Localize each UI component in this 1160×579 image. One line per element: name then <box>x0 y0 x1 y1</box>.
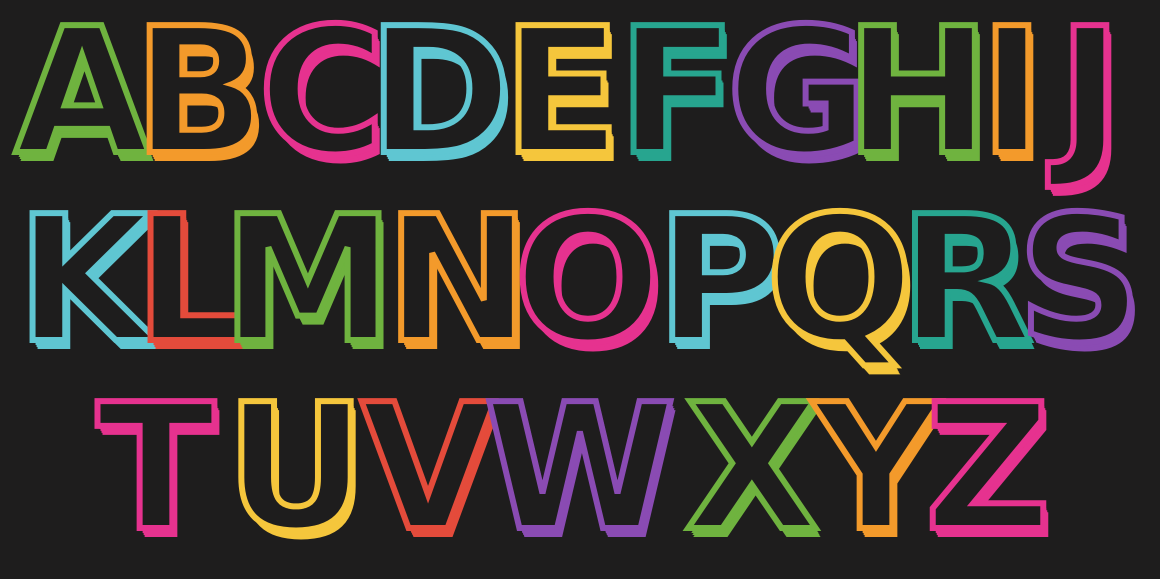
letter-w: W <box>481 367 679 570</box>
letter-q: Q <box>763 179 917 382</box>
letter-t: T <box>94 367 219 570</box>
letter-a: A <box>12 0 153 194</box>
letter-j: J <box>1055 0 1126 194</box>
letter-z: Z <box>922 367 1054 570</box>
letter-g: G <box>724 0 873 194</box>
letter-m: M <box>218 179 397 382</box>
letter-o: O <box>511 179 665 382</box>
letter-u: U <box>222 367 369 570</box>
letter-e: E <box>500 0 625 194</box>
letter-d: D <box>365 0 515 194</box>
row-k-to-s: K L M N O P Q R S <box>0 179 1160 382</box>
row-t-to-z: T U V W X Y Z <box>0 367 1160 570</box>
letter-n: N <box>382 179 534 382</box>
letter-v: V <box>358 367 499 570</box>
row-a-to-j: A B C D E F G H I J <box>0 0 1160 194</box>
letter-k: K <box>14 179 155 382</box>
letter-b: B <box>131 0 270 194</box>
letter-p: P <box>653 179 787 382</box>
letter-y: Y <box>810 367 942 570</box>
letter-c: C <box>255 0 389 194</box>
letter-x: X <box>682 367 822 570</box>
alphabet-poster: A B C D E F G H I J K L M N O P Q R S T … <box>0 0 1160 579</box>
letter-r: R <box>896 179 1036 382</box>
letter-s: S <box>1014 179 1145 382</box>
letter-f: F <box>615 0 740 194</box>
